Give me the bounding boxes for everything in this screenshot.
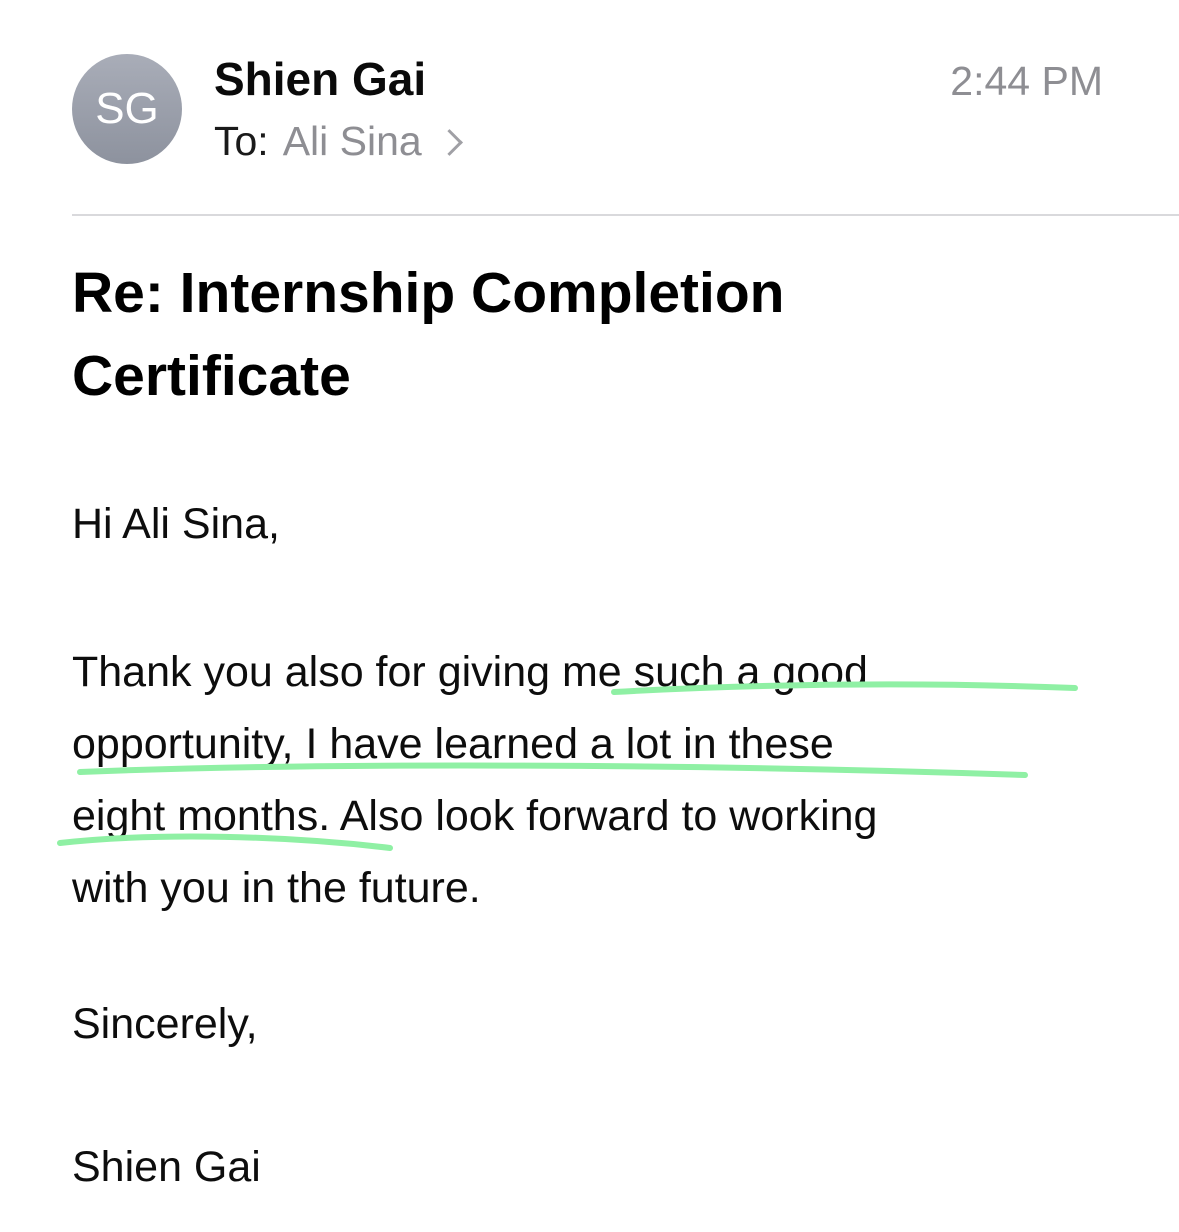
body-line: opportunity, I have learned a lot in the…: [72, 720, 834, 768]
body-line: with you in the future.: [72, 864, 481, 912]
recipient-row[interactable]: To: Ali Sina: [214, 118, 463, 165]
email-subject: Re: Internship Completion Certificate: [72, 252, 1032, 418]
email-body-paragraph: Thank you also for giving me such a good…: [72, 636, 877, 924]
email-closing: Sincerely,: [72, 1000, 258, 1048]
avatar-initials: SG: [95, 84, 159, 133]
email-greeting: Hi Ali Sina,: [72, 500, 280, 548]
avatar[interactable]: SG: [72, 54, 182, 164]
recipient-name: Ali Sina: [282, 118, 422, 164]
to-label: To:: [214, 118, 269, 164]
divider: [72, 214, 1179, 216]
timestamp: 2:44 PM: [950, 58, 1103, 104]
email-view: SG Shien Gai To: Ali Sina 2:44 PM Re: In…: [0, 0, 1179, 1232]
subject-line: Re: Internship Completion: [72, 261, 785, 325]
body-line: eight months. Also look forward to worki…: [72, 792, 878, 840]
sender-name[interactable]: Shien Gai: [214, 52, 426, 106]
chevron-right-icon: [435, 129, 463, 156]
subject-line: Certificate: [72, 344, 351, 408]
body-line: Thank you also for giving me such a good: [72, 648, 868, 696]
email-signature: Shien Gai: [72, 1143, 261, 1191]
